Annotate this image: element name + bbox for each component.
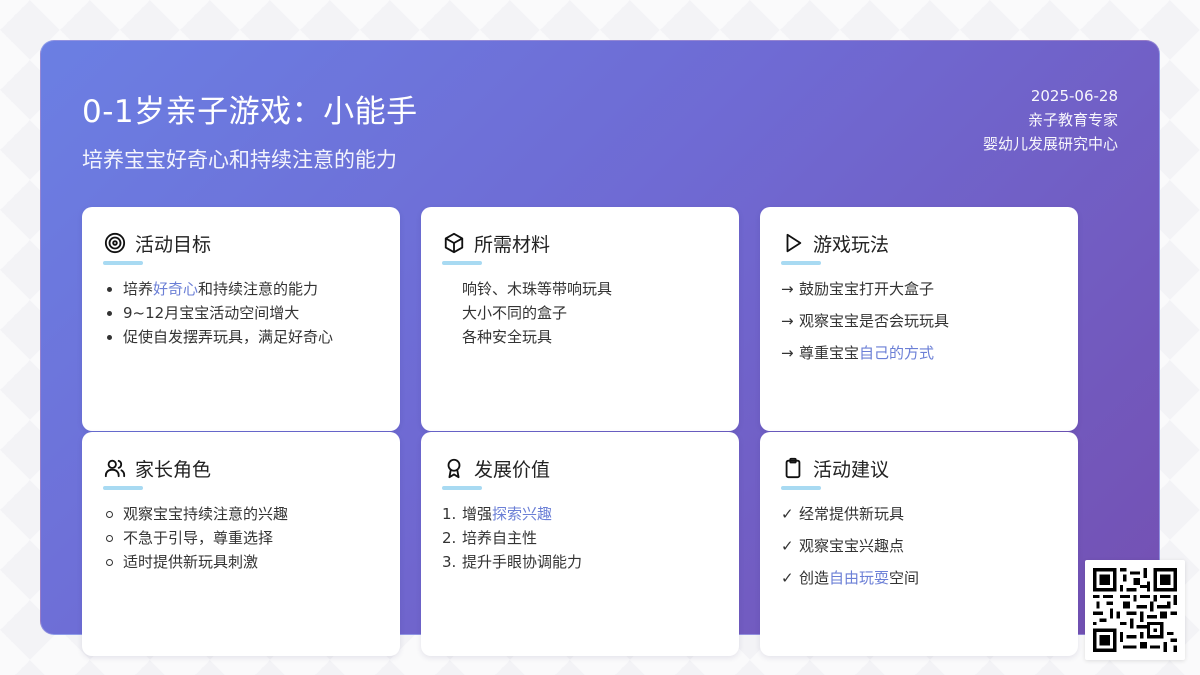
users-icon — [103, 456, 127, 480]
title-underline — [781, 486, 821, 490]
title-underline — [442, 486, 482, 490]
list-item: → 尊重宝宝 自己的方式 — [781, 344, 935, 362]
card-development-value: 发展价值 1. 增强 探索兴趣 2. 培养自主性 3. 提升手眼协调能力 — [421, 432, 739, 656]
author-label: 亲子教育专家 — [1027, 111, 1118, 129]
meta-info: 2025-06-28 亲子教育专家 婴幼儿发展研究中心 — [983, 84, 1118, 156]
qr-code[interactable] — [1085, 560, 1185, 660]
list-item: 适时提供新玩具刺激 — [103, 550, 380, 574]
award-icon — [442, 456, 466, 480]
card-parent-role: 家长角色 观察宝宝持续注意的兴趣 不急于引导，尊重选择 适时提供新玩具刺激 — [82, 432, 400, 656]
list-item: → 观察宝宝是否会玩玩具 — [781, 312, 950, 330]
date-label: 2025-06-28 — [1030, 87, 1118, 105]
play-icon — [781, 231, 805, 255]
list-item: ✓ 经常提供新玩具 — [781, 505, 905, 523]
list-item: → 鼓励宝宝打开大盒子 — [781, 280, 935, 298]
card-title: 活动建议 — [813, 458, 890, 481]
list-item: 促使自发摆弄玩具，满足好奇心 — [103, 325, 380, 349]
title-underline — [781, 261, 821, 265]
list-item: ✓ 创造 自由玩耍 空间 — [781, 569, 920, 587]
card-title: 所需材料 — [474, 233, 551, 256]
list-item: 各种安全玩具 — [462, 328, 553, 346]
card-title: 发展价值 — [474, 458, 551, 481]
list-item: 大小不同的盒子 — [462, 304, 568, 322]
card-gameplay: 游戏玩法 → 鼓励宝宝打开大盒子 → 观察宝宝是否会玩玩具 → 尊重宝宝 自己的方式 — [760, 207, 1078, 431]
title-underline — [442, 261, 482, 265]
organization-label: 婴幼儿发展研究中心 — [982, 135, 1118, 153]
list-item: 响铃、木珠等带响玩具 — [462, 280, 613, 298]
list-item: ✓ 观察宝宝兴趣点 — [781, 537, 905, 555]
list-item: 2. 培养自主性 — [442, 529, 538, 547]
card-title: 游戏玩法 — [813, 233, 890, 256]
box-icon — [442, 231, 466, 255]
list-item: 不急于引导，尊重选择 — [103, 526, 380, 550]
page-title: 0-1岁亲子游戏：小能手 — [82, 94, 418, 130]
list-item: 9~12月宝宝活动空间增大 — [103, 301, 380, 325]
list-item: 培养 好奇心 和持续注意的能力 — [103, 277, 380, 301]
list-item: 3. 提升手眼协调能力 — [442, 553, 583, 571]
card-title: 家长角色 — [135, 458, 212, 481]
target-icon — [103, 231, 127, 255]
title-underline — [103, 261, 143, 265]
list-item: 1. 增强 探索兴趣 — [442, 505, 553, 523]
clipboard-icon — [781, 456, 805, 480]
card-suggestions: 活动建议 ✓ 经常提供新玩具 ✓ 观察宝宝兴趣点 ✓ 创造 自由玩耍 空间 — [760, 432, 1078, 656]
page-subtitle: 培养宝宝好奇心和持续注意的能力 — [82, 148, 397, 172]
list-item: 观察宝宝持续注意的兴趣 — [103, 502, 380, 526]
card-materials: 所需材料 响铃、木珠等带响玩具 大小不同的盒子 各种安全玩具 — [421, 207, 739, 431]
card-title: 活动目标 — [135, 233, 212, 256]
qr-code-icon — [1093, 568, 1177, 652]
title-underline — [103, 486, 143, 490]
card-activity-goals: 活动目标 培养 好奇心 和持续注意的能力 9~12月宝宝活动空间增大 促使自发摆弄玩… — [82, 207, 400, 431]
